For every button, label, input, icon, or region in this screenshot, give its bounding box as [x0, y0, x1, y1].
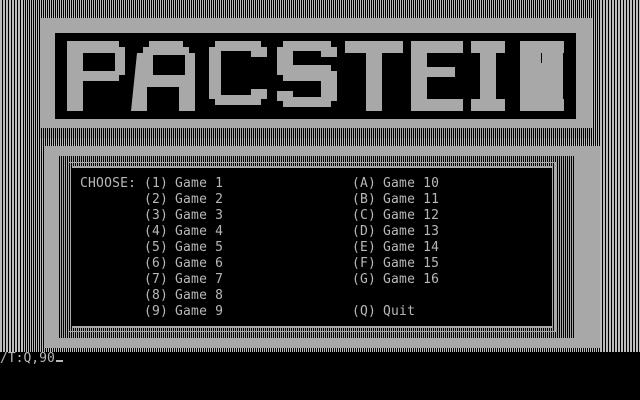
left-border-stripes	[0, 0, 24, 352]
left-menu-item-2[interactable]: Game 3	[175, 208, 223, 224]
left-menu-key-0[interactable]: (1)	[144, 176, 168, 192]
left-menu-item-7[interactable]: Game 8	[175, 288, 223, 304]
right-menu-key-6[interactable]: (G)	[352, 272, 376, 288]
text-cursor	[55, 360, 63, 362]
command-line[interactable]: /T:Q,90	[0, 351, 63, 367]
left-menu-key-4[interactable]: (5)	[144, 240, 168, 256]
right-menu-key-3[interactable]: (D)	[352, 224, 376, 240]
left-menu-key-8[interactable]: (9)	[144, 304, 168, 320]
right-menu-key-2[interactable]: (C)	[352, 208, 376, 224]
logo-numeral	[511, 39, 564, 113]
command-text: /T:Q,90	[0, 351, 55, 366]
left-menu-key-7[interactable]: (8)	[144, 288, 168, 304]
left-menu-item-3[interactable]: Game 4	[175, 224, 223, 240]
right-menu-key-0[interactable]: (A)	[352, 176, 376, 192]
right-menu-key-5[interactable]: (F)	[352, 256, 376, 272]
right-menu-item-1[interactable]: Game 11	[383, 192, 439, 208]
left-menu-item-8[interactable]: Game 9	[175, 304, 223, 320]
left-menu-key-3[interactable]: (4)	[144, 224, 168, 240]
right-menu-key-4[interactable]: (E)	[352, 240, 376, 256]
left-menu-key-5[interactable]: (6)	[144, 256, 168, 272]
left-menu-item-0[interactable]: Game 1	[175, 176, 223, 192]
right-menu-key-8[interactable]: (Q)	[352, 304, 376, 320]
left-menu-item-1[interactable]: Game 2	[175, 192, 223, 208]
right-menu-item-5[interactable]: Game 15	[383, 256, 439, 272]
left-menu-item-4[interactable]: Game 5	[175, 240, 223, 256]
right-menu-item-4[interactable]: Game 14	[383, 240, 439, 256]
left-menu-key-2[interactable]: (3)	[144, 208, 168, 224]
right-menu-item-3[interactable]: Game 13	[383, 224, 439, 240]
left-menu-item-5[interactable]: Game 6	[175, 256, 223, 272]
right-border-stripes	[600, 0, 640, 352]
right-menu-item-8[interactable]: Quit	[383, 304, 415, 320]
right-menu-item-6[interactable]: Game 16	[383, 272, 439, 288]
right-menu-item-0[interactable]: Game 10	[383, 176, 439, 192]
left-menu-key-6[interactable]: (7)	[144, 272, 168, 288]
right-menu-item-2[interactable]: Game 12	[383, 208, 439, 224]
left-menu-item-6[interactable]: Game 7	[175, 272, 223, 288]
right-menu-key-1[interactable]: (B)	[352, 192, 376, 208]
command-line-area	[0, 352, 640, 400]
title-plate-shadow	[40, 128, 592, 138]
left-menu-key-1[interactable]: (2)	[144, 192, 168, 208]
menu-prompt: CHOOSE:	[80, 176, 137, 191]
